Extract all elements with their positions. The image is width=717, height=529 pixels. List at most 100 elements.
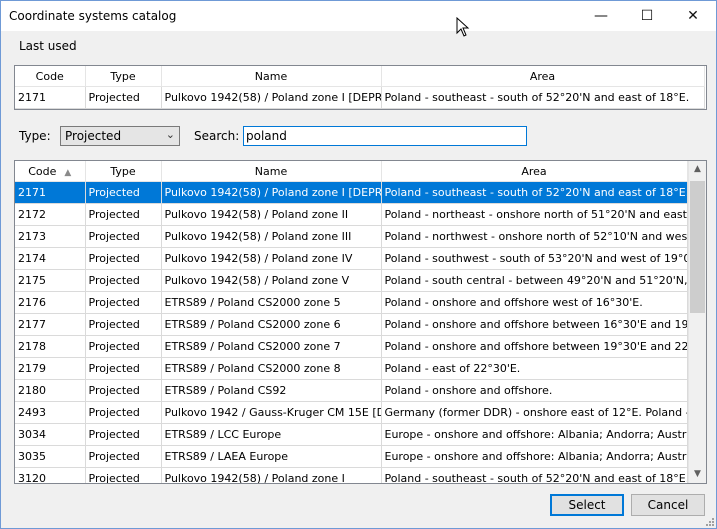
sort-ascending-icon: ▲ bbox=[64, 167, 72, 178]
results-cell-area: Poland - southeast - south of 52°20'N an… bbox=[381, 181, 688, 204]
close-button[interactable]: ✕ bbox=[670, 1, 716, 31]
results-table-row[interactable]: 3120 Projected Pulkovo 1942(58) / Poland z… bbox=[15, 467, 688, 483]
last-used-column-header-label: Name bbox=[254, 69, 288, 83]
results-cell-name: ETRS89 / Poland CS2000 zone 8 bbox=[161, 357, 382, 380]
last-used-column-header-label: Code bbox=[35, 69, 64, 83]
last-used-cell-code: 2171 bbox=[15, 86, 86, 109]
search-input[interactable] bbox=[243, 126, 527, 146]
last-used-column-header-area[interactable]: Area bbox=[381, 66, 705, 87]
results-column-header-name[interactable]: Name bbox=[161, 161, 382, 182]
results-cell-area: Poland - south central - between 49°20'N… bbox=[381, 269, 688, 292]
cancel-button[interactable]: Cancel bbox=[631, 494, 705, 516]
results-grid[interactable]: Code ▲ Type Name Area 2171 Projected Pulkovo 1… bbox=[14, 160, 707, 484]
results-table-row[interactable]: 2179 Projected ETRS89 / Poland CS2000 zone… bbox=[15, 357, 688, 380]
results-cell-type: Projected bbox=[85, 445, 162, 468]
results-cell-code: 3035 bbox=[15, 445, 86, 468]
results-column-header-area[interactable]: Area bbox=[381, 161, 688, 182]
chevron-down-icon[interactable]: ⌄ bbox=[166, 128, 175, 141]
results-cell-type: Projected bbox=[85, 401, 162, 424]
results-table-row[interactable]: 2175 Projected Pulkovo 1942(58) / Poland z… bbox=[15, 269, 688, 292]
results-cell-name: ETRS89 / LAEA Europe bbox=[161, 445, 382, 468]
type-label: Type: bbox=[19, 129, 51, 143]
results-column-header-code[interactable]: Code ▲ bbox=[15, 161, 86, 182]
results-table-row[interactable]: 2177 Projected ETRS89 / Poland CS2000 zone… bbox=[15, 313, 688, 336]
results-cell-area: Poland - onshore and offshore between 19… bbox=[381, 335, 688, 358]
results-cell-type: Projected bbox=[85, 203, 162, 226]
results-cell-type: Projected bbox=[85, 269, 162, 292]
results-cell-area: Poland - southeast - south of 52°20'N an… bbox=[381, 467, 688, 483]
last-used-table-row[interactable]: 2171 Projected Pulkovo 1942(58) / Poland z… bbox=[15, 86, 705, 109]
results-cell-code: 3034 bbox=[15, 423, 86, 446]
results-cell-code: 2175 bbox=[15, 269, 86, 292]
results-cell-type: Projected bbox=[85, 423, 162, 446]
results-cell-code: 2180 bbox=[15, 379, 86, 402]
type-dropdown-value: Projected bbox=[65, 129, 122, 143]
maximize-button[interactable]: ☐ bbox=[624, 1, 670, 31]
results-cell-area: Poland - onshore and offshore west of 16… bbox=[381, 291, 688, 314]
select-button[interactable]: Select bbox=[550, 494, 624, 516]
last-used-grid[interactable]: Code Type Name Area 2171 Projected Pulkovo 19… bbox=[14, 65, 707, 110]
results-cell-type: Projected bbox=[85, 247, 162, 270]
scrollbar-thumb[interactable] bbox=[690, 181, 705, 313]
results-cell-type: Projected bbox=[85, 467, 162, 483]
results-cell-type: Projected bbox=[85, 225, 162, 248]
results-cell-name: ETRS89 / Poland CS2000 zone 7 bbox=[161, 335, 382, 358]
results-cell-area: Europe - onshore and offshore: Albania; … bbox=[381, 423, 688, 446]
results-table-row[interactable]: 2172 Projected Pulkovo 1942(58) / Poland z… bbox=[15, 203, 688, 226]
results-cell-name: Pulkovo 1942(58) / Poland zone III bbox=[161, 225, 382, 248]
results-cell-code: 2173 bbox=[15, 225, 86, 248]
results-cell-code: 2179 bbox=[15, 357, 86, 380]
results-table-row[interactable]: 3034 Projected ETRS89 / LCC Europe Europe -… bbox=[15, 423, 688, 446]
last-used-cell-name: Pulkovo 1942(58) / Poland zone I [DEPRE.… bbox=[161, 86, 382, 109]
results-column-header-type[interactable]: Type bbox=[85, 161, 162, 182]
results-cell-type: Projected bbox=[85, 379, 162, 402]
results-cell-code: 2171 bbox=[15, 181, 86, 204]
scroll-down-icon[interactable]: ▼ bbox=[689, 466, 706, 483]
results-cell-code: 2177 bbox=[15, 313, 86, 336]
results-cell-type: Projected bbox=[85, 313, 162, 336]
last-used-cell-area: Poland - southeast - south of 52°20'N an… bbox=[381, 86, 705, 109]
results-cell-type: Projected bbox=[85, 291, 162, 314]
results-table-row[interactable]: 2178 Projected ETRS89 / Poland CS2000 zone… bbox=[15, 335, 688, 358]
results-cell-name: ETRS89 / Poland CS2000 zone 5 bbox=[161, 291, 382, 314]
results-cell-area: Poland - southwest - south of 53°20'N an… bbox=[381, 247, 688, 270]
last-used-column-header-label: Type bbox=[110, 69, 136, 83]
results-cell-area: Germany (former DDR) - onshore east of 1… bbox=[381, 401, 688, 424]
results-cell-name: ETRS89 / Poland CS92 bbox=[161, 379, 382, 402]
mouse-cursor-icon bbox=[456, 17, 470, 37]
results-table-row[interactable]: 2173 Projected Pulkovo 1942(58) / Poland z… bbox=[15, 225, 688, 248]
results-table-row[interactable]: 2180 Projected ETRS89 / Poland CS92 Poland … bbox=[15, 379, 688, 402]
results-cell-name: Pulkovo 1942(58) / Poland zone I [DEPRE.… bbox=[161, 181, 382, 204]
results-table-row[interactable]: 2174 Projected Pulkovo 1942(58) / Poland z… bbox=[15, 247, 688, 270]
results-cell-code: 2493 bbox=[15, 401, 86, 424]
last-used-cell-type: Projected bbox=[85, 86, 162, 109]
results-cell-code: 2172 bbox=[15, 203, 86, 226]
title-bar[interactable]: Coordinate systems catalog — ☐ ✕ bbox=[1, 1, 716, 31]
results-cell-type: Projected bbox=[85, 335, 162, 358]
results-table-row[interactable]: 2493 Projected Pulkovo 1942 / Gauss-Kruger… bbox=[15, 401, 688, 424]
last-used-column-header-name[interactable]: Name bbox=[161, 66, 382, 87]
type-dropdown[interactable]: Projected ⌄ bbox=[60, 126, 180, 146]
results-cell-name: Pulkovo 1942 / Gauss-Kruger CM 15E [DE..… bbox=[161, 401, 382, 424]
results-table-row[interactable]: 2176 Projected ETRS89 / Poland CS2000 zone… bbox=[15, 291, 688, 314]
results-table-row[interactable]: 3035 Projected ETRS89 / LAEA Europe Europe … bbox=[15, 445, 688, 468]
window-title: Coordinate systems catalog bbox=[9, 9, 177, 23]
results-cell-code: 2176 bbox=[15, 291, 86, 314]
results-table-row[interactable]: 2171 Projected Pulkovo 1942(58) / Poland z… bbox=[15, 181, 688, 204]
results-cell-type: Projected bbox=[85, 357, 162, 380]
results-cell-area: Poland - onshore and offshore between 16… bbox=[381, 313, 688, 336]
last-used-column-header-type[interactable]: Type bbox=[85, 66, 162, 87]
last-used-column-header-code[interactable]: Code bbox=[15, 66, 86, 87]
resize-grip-icon[interactable] bbox=[704, 516, 714, 526]
last-used-label: Last used bbox=[19, 39, 77, 53]
results-cell-name: Pulkovo 1942(58) / Poland zone IV bbox=[161, 247, 382, 270]
results-cell-area: Poland - onshore and offshore. bbox=[381, 379, 688, 402]
results-cell-name: Pulkovo 1942(58) / Poland zone II bbox=[161, 203, 382, 226]
scroll-up-icon[interactable]: ▲ bbox=[689, 161, 706, 178]
results-scrollbar[interactable]: ▲ ▼ bbox=[688, 161, 706, 483]
results-cell-type: Projected bbox=[85, 181, 162, 204]
minimize-button[interactable]: — bbox=[578, 1, 624, 31]
last-used-column-header-label: Area bbox=[529, 69, 556, 83]
results-column-header-label: Type bbox=[110, 164, 136, 178]
results-cell-area: Europe - onshore and offshore: Albania; … bbox=[381, 445, 688, 468]
